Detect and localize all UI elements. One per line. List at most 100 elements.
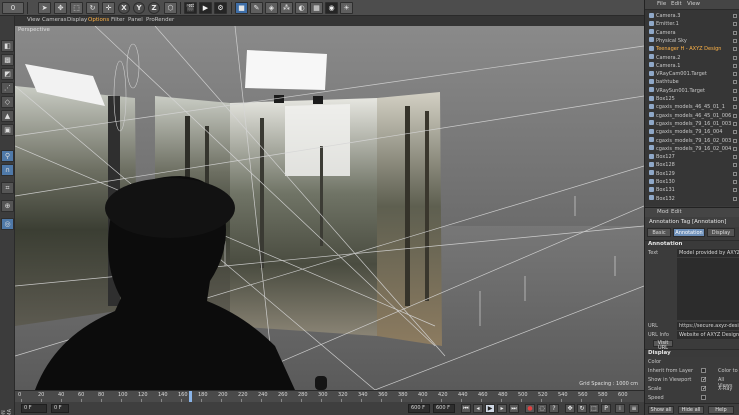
- render-view-icon[interactable]: 🎬: [184, 2, 197, 14]
- visibility-toggle[interactable]: [733, 163, 737, 168]
- text-area[interactable]: [677, 258, 739, 320]
- visibility-toggle[interactable]: [733, 130, 737, 135]
- coordinate-system-icon[interactable]: ⬡: [164, 2, 177, 14]
- visibility-toggle[interactable]: [733, 80, 737, 85]
- visibility-toggle[interactable]: [733, 72, 737, 77]
- current-frame-field[interactable]: 0 F: [21, 404, 47, 413]
- floor-icon[interactable]: ▦: [310, 2, 323, 14]
- axis-z-toggle[interactable]: Z: [148, 2, 160, 14]
- object-list-item[interactable]: cgaxis_models_79_16_01_003: [645, 120, 739, 128]
- url-info-field[interactable]: Website of AXYZ Design: [677, 331, 739, 339]
- object-list-item[interactable]: Camera.3: [645, 12, 739, 20]
- object-list-item[interactable]: cgaxis_models_79_16_02_004: [645, 145, 739, 153]
- object-list-item[interactable]: Camera: [645, 29, 739, 37]
- checkerboard-icon[interactable]: ▩: [1, 54, 14, 66]
- edges-mode-icon[interactable]: ◇: [1, 96, 14, 108]
- key-rotation-icon[interactable]: ↻: [577, 404, 587, 413]
- visibility-toggle[interactable]: [733, 38, 737, 43]
- vp-menu-cameras[interactable]: Cameras: [42, 17, 66, 23]
- prev-key-icon[interactable]: ◂: [473, 404, 483, 413]
- om-menu-view[interactable]: View: [687, 1, 700, 7]
- object-list-item[interactable]: VRaySun001.Target: [645, 87, 739, 95]
- key-position-icon[interactable]: ✥: [565, 404, 575, 413]
- object-list-item[interactable]: cgaxis_models_46_45_01_006: [645, 112, 739, 120]
- show-viewport-checkbox[interactable]: [701, 376, 707, 383]
- visibility-toggle[interactable]: [733, 97, 737, 101]
- om-menu-file[interactable]: File: [657, 1, 666, 7]
- undo-field[interactable]: 0: [2, 2, 24, 14]
- workplane-icon[interactable]: ⌗: [1, 182, 14, 194]
- render-settings-icon[interactable]: ⚙: [214, 2, 227, 14]
- visibility-toggle[interactable]: [733, 63, 737, 68]
- visibility-toggle[interactable]: [733, 196, 737, 201]
- scale-icon[interactable]: ⬚: [70, 2, 83, 14]
- 3d-viewport[interactable]: Perspective Grid Spacing : 1000 cm: [15, 26, 644, 390]
- texture-mode-icon[interactable]: ◩: [1, 68, 14, 80]
- tab-basic[interactable]: Basic: [647, 228, 671, 237]
- vp-menu-options[interactable]: Options: [88, 17, 109, 23]
- url-field[interactable]: https://secure.axyz-design.com: [677, 322, 739, 330]
- visibility-toggle[interactable]: [733, 22, 737, 27]
- object-list-item[interactable]: Box127: [645, 153, 739, 161]
- deformer-icon[interactable]: ◐: [295, 2, 308, 14]
- tab-annotation[interactable]: Annotation: [673, 228, 705, 237]
- vp-menu-filter[interactable]: Filter: [111, 17, 125, 23]
- visibility-toggle[interactable]: [733, 188, 737, 193]
- uv-mode-icon[interactable]: ▣: [1, 124, 14, 136]
- select-cursor-icon[interactable]: ➤: [38, 2, 51, 14]
- min-frame-field[interactable]: 0 F: [51, 404, 69, 413]
- visibility-toggle[interactable]: [733, 30, 737, 35]
- cube-primitive-icon[interactable]: ■: [235, 2, 248, 14]
- object-list-item[interactable]: VRayCam001.Target: [645, 70, 739, 78]
- visibility-toggle[interactable]: [733, 180, 737, 184]
- axis-x-toggle[interactable]: X: [118, 2, 130, 14]
- visibility-toggle[interactable]: [733, 138, 737, 143]
- go-to-start-icon[interactable]: ⏮: [461, 404, 471, 413]
- rotate-icon[interactable]: ↻: [86, 2, 99, 14]
- object-list-item[interactable]: Camera.2: [645, 54, 739, 62]
- visibility-toggle[interactable]: [733, 55, 737, 60]
- inherit-checkbox[interactable]: [701, 368, 706, 373]
- tab-display[interactable]: Display: [707, 228, 735, 237]
- visibility-toggle[interactable]: [733, 146, 737, 151]
- live-select-icon[interactable]: ✛: [102, 2, 115, 14]
- lock-workplane-icon[interactable]: ⊕: [1, 200, 14, 212]
- show-all-button[interactable]: Show all: [648, 406, 674, 414]
- object-list-item[interactable]: Box129: [645, 170, 739, 178]
- object-list-item[interactable]: Box131: [645, 186, 739, 194]
- render-picture-viewer-icon[interactable]: ▶: [199, 2, 212, 14]
- object-list-item[interactable]: cgaxis_models_79_16_004: [645, 128, 739, 136]
- object-list-item[interactable]: Box125: [645, 95, 739, 103]
- go-to-end-icon[interactable]: ⏭: [509, 404, 519, 413]
- speed-checkbox[interactable]: [701, 395, 706, 400]
- polygons-mode-icon[interactable]: ▲: [1, 110, 14, 122]
- scale-checkbox[interactable]: [701, 385, 707, 392]
- vp-menu-view[interactable]: View: [27, 17, 40, 23]
- magnet-icon[interactable]: ∩: [1, 164, 14, 176]
- visibility-toggle[interactable]: [733, 155, 737, 160]
- next-key-icon[interactable]: ▸: [497, 404, 507, 413]
- light-icon[interactable]: ☀: [340, 2, 353, 14]
- text-field[interactable]: Model provided by AXYZ D: [677, 249, 739, 257]
- play-button[interactable]: ▶: [485, 404, 495, 413]
- visibility-toggle[interactable]: [733, 121, 737, 126]
- points-mode-icon[interactable]: ⋰: [1, 82, 14, 94]
- keyframe-selection-icon[interactable]: ?: [549, 404, 559, 413]
- timeline-menu-icon[interactable]: ≡: [629, 404, 639, 413]
- vp-menu-panel[interactable]: Panel: [128, 17, 143, 23]
- make-editable-icon[interactable]: ◧: [1, 40, 14, 52]
- solo-icon[interactable]: ◎: [1, 218, 14, 230]
- object-list-item[interactable]: Physical Sky: [645, 37, 739, 45]
- vp-menu-prorender[interactable]: ProRender: [146, 17, 174, 23]
- key-scale-icon[interactable]: ⬚: [589, 404, 599, 413]
- max-frame-field[interactable]: 600 F: [408, 404, 430, 413]
- visibility-toggle[interactable]: [733, 171, 737, 176]
- autokey-icon[interactable]: ◌: [537, 404, 547, 413]
- object-list-item[interactable]: Box132: [645, 195, 739, 203]
- snap-icon[interactable]: ⚲: [1, 150, 14, 162]
- axis-y-toggle[interactable]: Y: [133, 2, 145, 14]
- timeline-ruler[interactable]: 0 20 40 60 80 100 120 140 160 180 200 220 240 260 280 3…: [15, 390, 644, 403]
- key-param-icon[interactable]: P: [601, 404, 611, 413]
- visibility-toggle[interactable]: [733, 14, 737, 18]
- subdivision-icon[interactable]: ◈: [265, 2, 278, 14]
